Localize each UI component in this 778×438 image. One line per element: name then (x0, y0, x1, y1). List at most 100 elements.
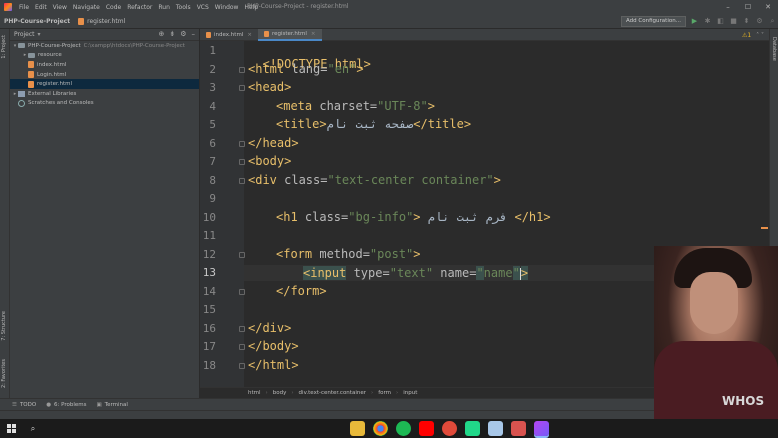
pycharm-icon[interactable] (465, 421, 480, 436)
phpstorm-logo-icon (4, 3, 12, 11)
collapse-all-icon[interactable]: ⇟ (169, 30, 175, 38)
code-line-16[interactable]: </div> (248, 321, 291, 335)
app-icon[interactable] (442, 421, 457, 436)
youtube-icon[interactable] (419, 421, 434, 436)
vcs-icon[interactable]: ⬍ (742, 17, 751, 26)
debug-icon[interactable]: ✱ (703, 17, 712, 26)
code-token: </h1> (514, 210, 551, 224)
webcam-face (690, 272, 738, 334)
chevron-down-icon[interactable]: ▾ (38, 31, 41, 38)
menu-refactor[interactable]: Refactor (124, 4, 155, 11)
inspection-widget[interactable]: ⚠1 ˄ ˅ (742, 32, 764, 39)
code-line-14[interactable]: </form> (276, 284, 327, 298)
code-line-5[interactable]: <title>صفحه ثبت نام</title> (276, 117, 471, 131)
html-file-icon (263, 31, 269, 37)
menu-window[interactable]: Window (212, 4, 242, 11)
project-view-selector[interactable]: Project (14, 31, 35, 38)
hide-panel-icon[interactable]: – (192, 30, 196, 38)
menu-file[interactable]: File (16, 4, 32, 11)
locate-icon[interactable]: ⊕ (158, 30, 164, 38)
problems-button[interactable]: ● 6: Problems (46, 402, 86, 408)
code-line-4[interactable]: <meta charset="UTF-8"> (276, 99, 435, 113)
fold-marker-icon[interactable] (239, 159, 245, 165)
favorites-tool-tab[interactable]: 2: Favorites (1, 359, 7, 388)
tree-item-register-html[interactable]: register.html (10, 79, 199, 89)
tab-index-html[interactable]: index.html × (200, 29, 258, 41)
chrome-icon[interactable] (373, 421, 388, 436)
code-line-12[interactable]: <form method="post"> (276, 247, 421, 261)
menu-code[interactable]: Code (103, 4, 124, 11)
menu-navigate[interactable]: Navigate (70, 4, 103, 11)
tab-register-html[interactable]: register.html × (257, 29, 322, 41)
close-tab-icon[interactable]: × (311, 31, 316, 37)
notepad-icon[interactable] (488, 421, 503, 436)
terminal-button[interactable]: ▣ Terminal (96, 402, 127, 408)
code-line-13[interactable]: <input type="text" name="name"> (303, 266, 529, 280)
code-line-3[interactable]: <head> (248, 80, 291, 94)
tree-item-label: index.html (37, 61, 67, 68)
fold-marker-icon[interactable] (239, 252, 245, 258)
run-icon[interactable]: ▶ (690, 17, 699, 26)
breadcrumb-item[interactable]: html (248, 390, 261, 396)
fold-marker-icon[interactable] (239, 178, 245, 184)
menu-edit[interactable]: Edit (32, 4, 50, 11)
tree-item-index-html[interactable]: index.html (10, 60, 199, 70)
code-line-8[interactable]: <div class="text-center container"> (248, 173, 501, 187)
fold-marker-icon[interactable] (239, 289, 245, 295)
fold-marker-icon[interactable] (239, 344, 245, 350)
fold-marker-icon[interactable] (239, 85, 245, 91)
project-tool-tab[interactable]: 1: Project (1, 35, 7, 59)
close-tab-icon[interactable]: × (247, 32, 252, 38)
add-configuration-button[interactable]: Add Configuration... (621, 16, 686, 27)
minimize-icon[interactable]: – (718, 0, 738, 14)
phpstorm-icon[interactable] (534, 421, 549, 436)
fold-marker-icon[interactable] (239, 67, 245, 73)
close-icon[interactable]: ✕ (758, 0, 778, 14)
fold-marker-icon[interactable] (239, 363, 245, 369)
structure-tool-tab[interactable]: 7: Structure (1, 311, 7, 341)
app-icon[interactable] (511, 421, 526, 436)
file-explorer-icon[interactable] (350, 421, 365, 436)
code-line-2[interactable]: <html lang="en"> (248, 62, 364, 76)
spotify-icon[interactable] (396, 421, 411, 436)
chevron-down-icon[interactable]: ˅ (761, 32, 764, 39)
code-token: "bg-info" (348, 210, 414, 224)
code-line-17[interactable]: </body> (248, 339, 299, 353)
menu-vcs[interactable]: VCS (194, 4, 212, 11)
tree-item-external-libraries[interactable]: ▸ External Libraries (10, 89, 199, 99)
windows-start-button[interactable] (0, 424, 22, 433)
database-tool-tab[interactable]: Database (771, 37, 777, 61)
fold-marker-icon[interactable] (239, 141, 245, 147)
tree-item-login-html[interactable]: Login.html (10, 70, 199, 80)
search-icon[interactable]: ⌕ (22, 424, 44, 434)
code-line-18[interactable]: </html> (248, 358, 299, 372)
maximize-icon[interactable]: ☐ (738, 0, 758, 14)
breadcrumb-item[interactable]: div.text-center.container (299, 390, 366, 396)
error-stripe-mark[interactable] (761, 227, 768, 229)
tree-item-scratches[interactable]: Scratches and Consoles (10, 99, 199, 109)
menu-run[interactable]: Run (155, 4, 173, 11)
breadcrumb-item[interactable]: body (273, 390, 287, 396)
breadcrumb-item[interactable]: form (378, 390, 391, 396)
menu-view[interactable]: View (50, 4, 70, 11)
gear-icon[interactable]: ⚙ (180, 30, 186, 38)
code-line-7[interactable]: <body> (248, 154, 291, 168)
stop-icon[interactable]: ■ (729, 17, 738, 26)
tree-item-project-root[interactable]: ▾ PHP-Course-Project C:\xampp\htdocs\PHP… (10, 41, 199, 51)
breadcrumb-item[interactable]: input (403, 390, 417, 396)
nav-project[interactable]: PHP-Course-Project (0, 18, 74, 25)
fold-marker-icon[interactable] (239, 326, 245, 332)
tree-item-resource[interactable]: ▸ resource (10, 51, 199, 61)
code-line-10[interactable]: <h1 class="bg-info"> فرم ثبت نام </h1> (276, 210, 551, 224)
nav-file[interactable]: register.html (74, 17, 129, 25)
settings-icon[interactable]: ⚙ (755, 17, 764, 26)
todo-button[interactable]: ☰ TODO (12, 402, 36, 408)
scratches-icon (18, 99, 25, 107)
menu-tools[interactable]: Tools (173, 4, 194, 11)
line-number: 16 (202, 322, 216, 335)
coverage-icon[interactable]: ◧ (716, 17, 725, 26)
line-number: 12 (202, 248, 216, 261)
code-line-6[interactable]: </head> (248, 136, 299, 150)
search-icon[interactable]: ⌕ (768, 17, 777, 26)
chevron-up-icon[interactable]: ˄ (756, 32, 759, 39)
